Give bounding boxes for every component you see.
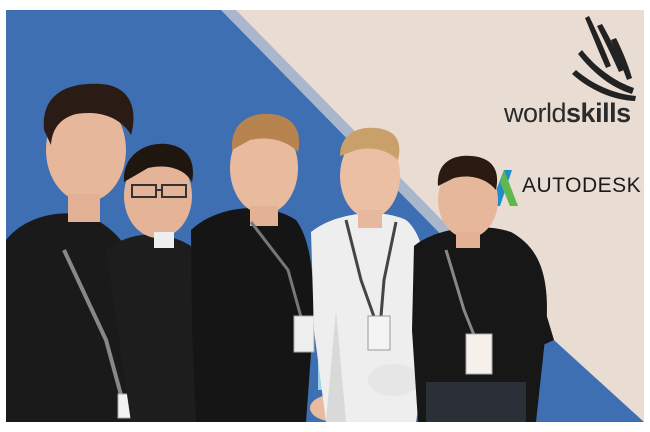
- photo-scene: [6, 10, 644, 422]
- worldskills-logo: worldskills: [504, 98, 631, 129]
- autodesk-logo-text: AUTODESK: [522, 174, 642, 197]
- worldskills-logo-light: world: [504, 98, 567, 128]
- held-certificate: [465, 333, 493, 375]
- held-item-white: [368, 364, 420, 396]
- photo: worldskills AUTODESK: [6, 10, 644, 422]
- worldskills-logo-bold: skills: [566, 98, 631, 128]
